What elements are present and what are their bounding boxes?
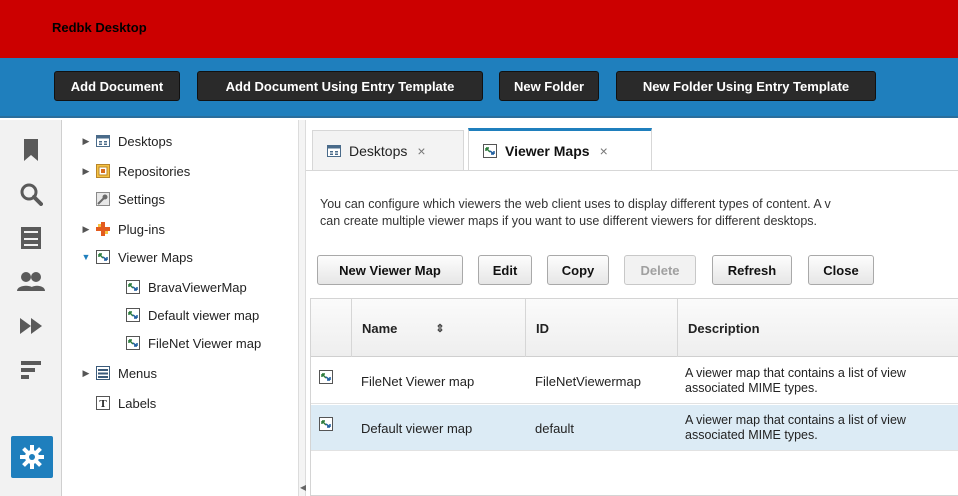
action-bar: Add Document Add Document Using Entry Te… xyxy=(0,58,958,118)
tree-item-label: Settings xyxy=(118,191,165,207)
refresh-button[interactable]: Refresh xyxy=(712,255,792,285)
repository-icon xyxy=(96,164,110,178)
close-button[interactable]: Close xyxy=(808,255,874,285)
tree-item-menus[interactable]: ▶ Menus xyxy=(80,362,158,384)
description-line-1: You can configure which viewers the web … xyxy=(320,197,831,211)
tree-item-desktops[interactable]: ▶ Desktops xyxy=(80,130,173,152)
svg-text:T: T xyxy=(99,398,107,410)
tree-item-label: BravaViewerMap xyxy=(148,279,247,295)
new-folder-button[interactable]: New Folder xyxy=(499,71,599,101)
list-icon[interactable] xyxy=(0,348,62,392)
row-id: FileNetViewermap xyxy=(535,373,641,389)
viewer-map-icon xyxy=(319,370,333,384)
title-bar: Redbk Desktop xyxy=(0,0,958,58)
search-icon[interactable] xyxy=(0,172,62,216)
expand-arrow-icon[interactable]: ▶ xyxy=(80,136,92,147)
desktops-icon xyxy=(96,134,110,148)
row-id: default xyxy=(535,420,575,436)
add-document-entry-template-button[interactable]: Add Document Using Entry Template xyxy=(197,71,483,101)
viewer-maps-grid: Name ⇕ ID Description FileNet Viewer map… xyxy=(310,298,958,496)
description-line-2: can create multiple viewer maps if you w… xyxy=(320,214,818,228)
users-icon[interactable] xyxy=(0,260,62,304)
tab-label: Viewer Maps xyxy=(505,142,590,159)
sort-icon[interactable]: ⇕ xyxy=(435,322,444,335)
label-icon: T xyxy=(96,396,110,410)
new-folder-entry-template-button[interactable]: New Folder Using Entry Template xyxy=(616,71,876,101)
tree-item-label: Plug-ins xyxy=(118,221,165,237)
tab-viewer-maps[interactable]: Viewer Maps × xyxy=(468,128,652,170)
tree-item-label: Menus xyxy=(118,365,158,381)
expand-arrow-icon[interactable]: ▶ xyxy=(80,166,92,177)
tab-desktops[interactable]: Desktops × xyxy=(312,130,464,170)
tree-item-label: Labels xyxy=(118,395,157,411)
forward-icon[interactable] xyxy=(0,304,62,348)
delete-button[interactable]: Delete xyxy=(624,255,696,285)
viewer-map-icon xyxy=(96,250,110,264)
plugin-icon xyxy=(96,222,110,236)
row-description-line-1: A viewer map that contains a list of vie… xyxy=(685,413,906,427)
row-description-line-2: associated MIME types. xyxy=(685,381,818,395)
admin-tree: ▶ Desktops ▶ Repositories Settings ▶ Plu… xyxy=(62,120,298,496)
table-row-selected[interactable]: Default viewer map default A viewer map … xyxy=(311,405,958,451)
settings-icon xyxy=(96,192,110,206)
expand-arrow-icon[interactable]: ▶ xyxy=(80,368,92,379)
gear-icon[interactable] xyxy=(11,436,53,478)
tree-item-label: Desktops xyxy=(118,133,173,149)
collapse-arrow-icon[interactable]: ▼ xyxy=(80,252,92,262)
viewer-map-icon xyxy=(126,336,140,350)
menu-icon xyxy=(96,366,110,380)
tree-item-filenet-viewer-map[interactable]: FileNet Viewer map xyxy=(126,332,261,354)
edit-button[interactable]: Edit xyxy=(478,255,532,285)
grid-header: Name ⇕ ID Description xyxy=(311,299,958,357)
cabinet-icon[interactable] xyxy=(0,216,62,260)
row-description-line-1: A viewer map that contains a list of vie… xyxy=(685,366,906,380)
tree-item-labels[interactable]: T Labels xyxy=(80,392,156,414)
tree-item-repositories[interactable]: ▶ Repositories xyxy=(80,160,191,182)
add-document-button[interactable]: Add Document xyxy=(54,71,180,101)
close-tab-icon[interactable]: × xyxy=(417,143,425,159)
feature-rail xyxy=(0,120,62,496)
desktops-icon xyxy=(327,144,341,158)
app-title: Redbk Desktop xyxy=(52,20,147,35)
column-name[interactable]: Name ⇕ xyxy=(351,299,525,357)
row-name: FileNet Viewer map xyxy=(361,373,475,389)
tree-item-settings[interactable]: Settings xyxy=(80,188,165,210)
row-name: Default viewer map xyxy=(361,420,473,436)
main-panel: Desktops × Viewer Maps × You can configu… xyxy=(306,120,958,496)
viewer-map-icon xyxy=(319,417,333,431)
tree-item-label: Viewer Maps xyxy=(118,249,193,265)
pane-splitter[interactable]: ◀ xyxy=(298,120,306,496)
copy-button[interactable]: Copy xyxy=(547,255,609,285)
viewer-map-icon xyxy=(483,143,497,158)
tree-item-label: Default viewer map xyxy=(148,307,260,323)
column-description[interactable]: Description xyxy=(677,299,958,357)
new-viewer-map-button[interactable]: New Viewer Map xyxy=(317,255,463,285)
close-tab-icon[interactable]: × xyxy=(600,143,608,159)
tree-item-viewer-maps[interactable]: ▼ Viewer Maps xyxy=(80,246,193,268)
viewer-map-icon xyxy=(126,308,140,322)
expand-arrow-icon[interactable]: ▶ xyxy=(80,224,92,235)
viewer-map-icon xyxy=(126,280,140,294)
bookmark-icon[interactable] xyxy=(0,128,62,172)
tree-item-label: Repositories xyxy=(118,163,191,179)
tree-item-plug-ins[interactable]: ▶ Plug-ins xyxy=(80,218,165,240)
tree-item-brava-viewer-map[interactable]: BravaViewerMap xyxy=(126,276,247,298)
tree-item-default-viewer-map[interactable]: Default viewer map xyxy=(126,304,259,326)
column-id[interactable]: ID xyxy=(525,299,677,357)
row-description-line-2: associated MIME types. xyxy=(685,428,818,442)
table-row[interactable]: FileNet Viewer map FileNetViewermap A vi… xyxy=(311,358,958,404)
tab-label: Desktops xyxy=(349,142,408,159)
tree-item-label: FileNet Viewer map xyxy=(148,335,262,351)
